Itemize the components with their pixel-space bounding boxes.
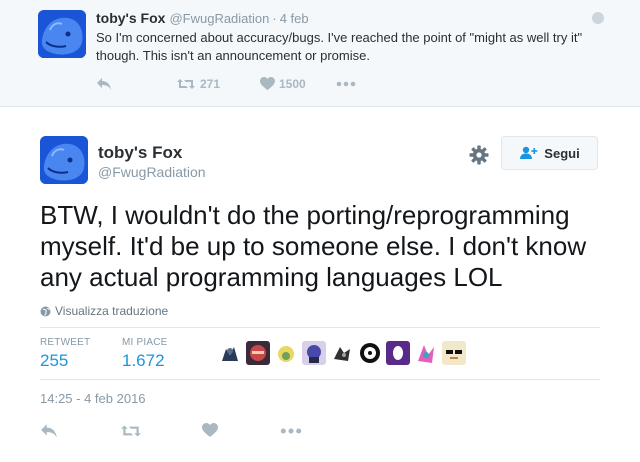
globe-icon [40, 306, 51, 316]
retweet-stat-label: RETWEET [40, 337, 91, 348]
gear-icon[interactable] [469, 145, 489, 165]
liker-avatar[interactable] [218, 341, 242, 365]
parent-retweet-count: 271 [200, 76, 221, 91]
parent-reply-button[interactable] [96, 76, 112, 91]
reply-icon [97, 77, 111, 90]
reply-icon [41, 424, 57, 438]
tweet-timestamp[interactable]: 14:25 - 4 feb 2016 [40, 391, 146, 406]
main-tweet-text: BTW, I wouldn't do the porting/reprogram… [40, 200, 587, 292]
parent-author-line: toby's Fox @FwugRadiation · 4 feb [96, 10, 309, 26]
likes-stat-value[interactable]: 1.672 [122, 351, 165, 371]
liker-avatar[interactable] [442, 341, 466, 365]
main-avatar[interactable] [40, 136, 88, 184]
main-more-button[interactable] [280, 422, 302, 440]
follow-button[interactable]: Segui [501, 136, 598, 170]
more-icon [280, 428, 302, 434]
heart-icon [260, 76, 275, 90]
retweet-icon [121, 425, 141, 437]
liker-avatar[interactable] [386, 341, 410, 365]
parent-author-name[interactable]: toby's Fox [96, 10, 165, 26]
follow-button-label: Segui [544, 145, 580, 161]
main-like-button[interactable] [202, 422, 218, 440]
parent-author-handle[interactable]: @FwugRadiation [169, 11, 269, 26]
parent-tweet[interactable]: toby's Fox @FwugRadiation · 4 feb So I'm co… [0, 0, 640, 107]
parent-date[interactable]: 4 feb [280, 11, 309, 26]
main-retweet-button[interactable] [120, 422, 142, 440]
parent-like-count: 1500 [279, 76, 306, 91]
parent-separator: · [272, 11, 277, 26]
liker-avatar[interactable] [274, 341, 298, 365]
retweet-stat-value[interactable]: 255 [40, 351, 68, 371]
main-reply-button[interactable] [40, 422, 58, 440]
translate-link[interactable]: Visualizza traduzione [40, 304, 168, 318]
stats-divider-bottom [40, 379, 600, 380]
main-author-name[interactable]: toby's Fox [98, 143, 182, 163]
main-author-handle[interactable]: @FwugRadiation [98, 164, 206, 180]
parent-avatar[interactable] [38, 10, 86, 58]
more-icon [336, 81, 356, 87]
translate-label: Visualizza traduzione [55, 304, 169, 318]
liker-avatar[interactable] [358, 341, 382, 365]
stats-divider-top [40, 327, 600, 328]
liker-avatar[interactable] [414, 341, 438, 365]
parent-more-button[interactable] [336, 76, 356, 91]
follow-user-icon [520, 146, 538, 159]
parent-tweet-text: So I'm concerned about accuracy/bugs. I'… [96, 30, 583, 63]
heart-icon [202, 423, 218, 438]
parent-retweet-button[interactable]: 271 [176, 76, 220, 91]
likes-stat-label: MI PIACE [122, 337, 168, 348]
liker-avatar[interactable] [246, 341, 270, 365]
liker-avatar[interactable] [330, 341, 354, 365]
retweet-icon [177, 78, 195, 89]
liker-avatar[interactable] [302, 341, 326, 365]
parent-like-button[interactable]: 1500 [260, 76, 306, 91]
parent-expand-icon[interactable] [592, 12, 604, 24]
